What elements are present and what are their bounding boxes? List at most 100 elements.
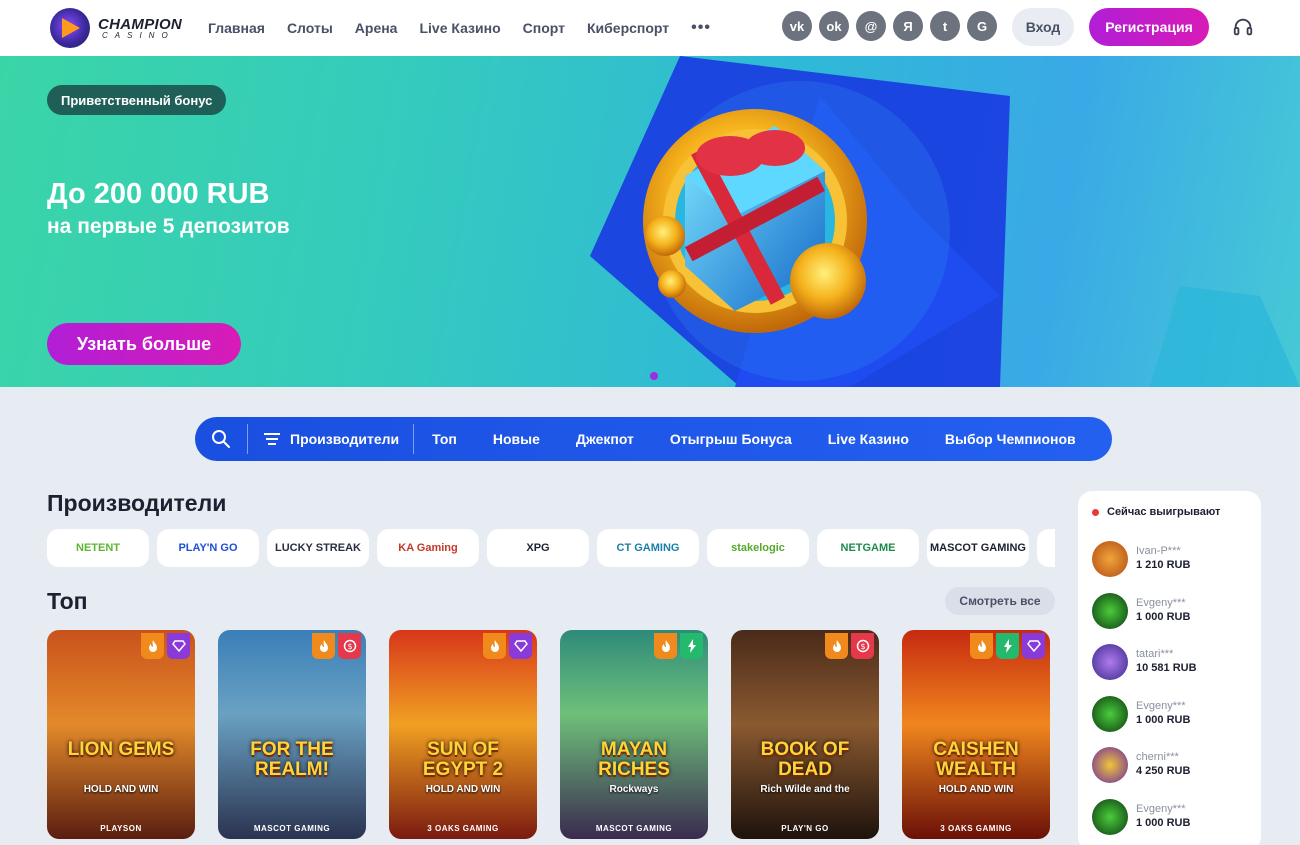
game-card[interactable]: LION GEMS HOLD AND WIN PLAYSON bbox=[47, 630, 195, 839]
winner-name: Evgeny*** bbox=[1136, 699, 1186, 712]
winner-amount: 1 000 RUB bbox=[1136, 713, 1191, 726]
winner-game-thumbnail[interactable] bbox=[1092, 644, 1128, 680]
fire-badge-icon bbox=[825, 633, 848, 659]
winner-game-thumbnail[interactable] bbox=[1092, 592, 1128, 629]
gem-badge-icon bbox=[167, 633, 190, 659]
carousel-dot[interactable] bbox=[650, 372, 658, 380]
provider-logo[interactable]: PLAY'N GO bbox=[157, 529, 259, 567]
winner-game-thumbnail[interactable] bbox=[1092, 747, 1128, 783]
google-icon[interactable]: G bbox=[967, 11, 997, 41]
winner-row[interactable]: cherni*** 4 250 RUB bbox=[1092, 745, 1252, 785]
winner-name: cherni*** bbox=[1136, 751, 1179, 764]
game-title: LION GEMS bbox=[67, 739, 175, 760]
winner-amount: 1 000 RUB bbox=[1136, 816, 1191, 829]
nav-item-slots[interactable]: Слоты bbox=[287, 20, 333, 36]
game-title: CAISHEN WEALTH bbox=[933, 739, 1019, 780]
winners-title: Сейчас выигрывают bbox=[1107, 506, 1221, 518]
gift-illustration bbox=[590, 56, 1300, 387]
winner-game-thumbnail[interactable] bbox=[1092, 541, 1128, 577]
tab-jackpot[interactable]: Джекпот bbox=[558, 431, 652, 447]
vk-icon[interactable]: vk bbox=[782, 11, 812, 41]
see-all-button[interactable]: Смотреть все bbox=[945, 587, 1055, 615]
main-nav: Главная Слоты Арена Live Казино Спорт Ки… bbox=[208, 0, 711, 56]
mail-icon[interactable]: @ bbox=[856, 11, 886, 41]
logo-subtitle: CASINO bbox=[102, 30, 175, 40]
provider-logo[interactable]: KA Gaming bbox=[377, 529, 479, 567]
top-games-grid: LION GEMS HOLD AND WIN PLAYSON $ FOR THE REA… bbox=[47, 630, 1055, 839]
learn-more-button[interactable]: Узнать больше bbox=[47, 323, 241, 365]
tab-top[interactable]: Топ bbox=[414, 431, 475, 447]
winner-row[interactable]: Evgeny*** 1 000 RUB bbox=[1092, 694, 1252, 734]
winner-game-thumbnail[interactable] bbox=[1092, 798, 1128, 835]
nav-item-arena[interactable]: Арена bbox=[355, 20, 398, 36]
winner-row[interactable]: tatari*** 10 581 RUB bbox=[1092, 642, 1252, 682]
yandex-icon[interactable]: Я bbox=[893, 11, 923, 41]
fire-badge-icon bbox=[970, 633, 993, 659]
tab-bonus-wagering[interactable]: Отыгрыш Бонуса bbox=[652, 431, 810, 447]
game-title: FOR THE REALM! bbox=[250, 739, 334, 780]
provider-logo[interactable]: stakelogic bbox=[707, 529, 809, 567]
fire-badge-icon bbox=[483, 633, 506, 659]
winner-row[interactable]: Evgeny*** 1 000 RUB bbox=[1092, 591, 1252, 631]
providers-filter-label: Производители bbox=[290, 431, 400, 447]
bolt-badge-icon bbox=[996, 633, 1019, 659]
winner-row[interactable]: Evgeny*** 1 000 RUB bbox=[1092, 797, 1252, 837]
provider-logo[interactable]: NETENT bbox=[47, 529, 149, 567]
bolt-badge-icon bbox=[680, 633, 703, 659]
game-title: SUN OF EGYPT 2 bbox=[422, 739, 504, 780]
game-card[interactable]: $ FOR THE REALM! MASCOT GAMING bbox=[218, 630, 366, 839]
winner-game-thumbnail[interactable] bbox=[1092, 695, 1128, 732]
fire-badge-icon bbox=[312, 633, 335, 659]
register-button[interactable]: Регистрация bbox=[1089, 8, 1209, 46]
logo-name: CHAMPION bbox=[98, 15, 183, 33]
game-card[interactable]: MAYAN RICHES Rockways MASCOT GAMING bbox=[560, 630, 708, 839]
banner-title: До 200 000 RUB bbox=[47, 178, 270, 210]
twitter-icon[interactable]: t bbox=[930, 11, 960, 41]
search-button[interactable] bbox=[195, 417, 247, 461]
game-card[interactable]: SUN OF EGYPT 2 HOLD AND WIN 3 OAKS GAMING bbox=[389, 630, 537, 839]
game-provider: 3 OAKS GAMING bbox=[940, 824, 1012, 833]
cash-badge-icon: $ bbox=[338, 633, 361, 659]
game-subtitle: HOLD AND WIN bbox=[938, 784, 1014, 795]
winner-name: tatari*** bbox=[1136, 648, 1174, 661]
tab-champions-choice[interactable]: Выбор Чемпионов bbox=[927, 431, 1094, 447]
headset-icon[interactable] bbox=[1232, 16, 1254, 38]
game-card[interactable]: CAISHEN WEALTH HOLD AND WIN 3 OAKS GAMING bbox=[902, 630, 1050, 839]
provider-logo[interactable]: LUCKY STREAK bbox=[267, 529, 369, 567]
login-button[interactable]: Вход bbox=[1012, 8, 1074, 46]
provider-logo[interactable]: NETGAME bbox=[817, 529, 919, 567]
nav-item-live-casino[interactable]: Live Казино bbox=[419, 20, 500, 36]
game-provider: PLAY'N GO bbox=[781, 824, 829, 833]
winner-amount: 1 000 RUB bbox=[1136, 610, 1191, 623]
more-menu-icon[interactable]: ••• bbox=[691, 19, 711, 37]
providers-filter-button[interactable]: Производители bbox=[248, 417, 413, 461]
social-login: vk ok @ Я t G bbox=[782, 11, 997, 41]
cash-badge-icon: $ bbox=[851, 633, 874, 659]
game-provider: PLAYSON bbox=[100, 824, 142, 833]
winner-row[interactable]: Ivan-P*** 1 210 RUB bbox=[1092, 539, 1252, 579]
game-provider: MASCOT GAMING bbox=[595, 824, 673, 833]
game-filter-bar: Производители Топ Новые Джекпот Отыгрыш … bbox=[195, 417, 1112, 461]
fire-badge-icon bbox=[654, 633, 677, 659]
tab-live-casino[interactable]: Live Казино bbox=[810, 431, 927, 447]
logo[interactable]: CHAMPION CASINO bbox=[50, 8, 182, 48]
provider-logo[interactable]: XPG bbox=[487, 529, 589, 567]
filter-icon bbox=[264, 433, 280, 445]
tab-new[interactable]: Новые bbox=[475, 431, 558, 447]
nav-item-home[interactable]: Главная bbox=[208, 20, 265, 36]
game-title: MAYAN RICHES bbox=[598, 739, 670, 780]
nav-item-sport[interactable]: Спорт bbox=[523, 20, 565, 36]
odnoklassniki-icon[interactable]: ok bbox=[819, 11, 849, 41]
game-card[interactable]: $ BOOK OF DEAD Rich Wilde and the PLAY'N GO bbox=[731, 630, 879, 839]
provider-logo[interactable] bbox=[1037, 529, 1055, 567]
live-winners-panel: Сейчас выигрывают Ivan-P*** 1 210 RUB Evge… bbox=[1078, 491, 1261, 845]
provider-logo[interactable]: MASCOT GAMING bbox=[927, 529, 1029, 567]
provider-logo[interactable]: CT GAMING bbox=[597, 529, 699, 567]
winner-amount: 10 581 RUB bbox=[1136, 662, 1197, 674]
bonus-tag: Приветственный бонус bbox=[47, 85, 227, 115]
game-subtitle: Rockways bbox=[609, 784, 659, 795]
winner-name: Ivan-P*** bbox=[1136, 545, 1181, 558]
game-provider: 3 OAKS GAMING bbox=[427, 824, 499, 833]
nav-item-esports[interactable]: Киберспорт bbox=[587, 20, 669, 36]
logo-icon bbox=[50, 8, 90, 48]
